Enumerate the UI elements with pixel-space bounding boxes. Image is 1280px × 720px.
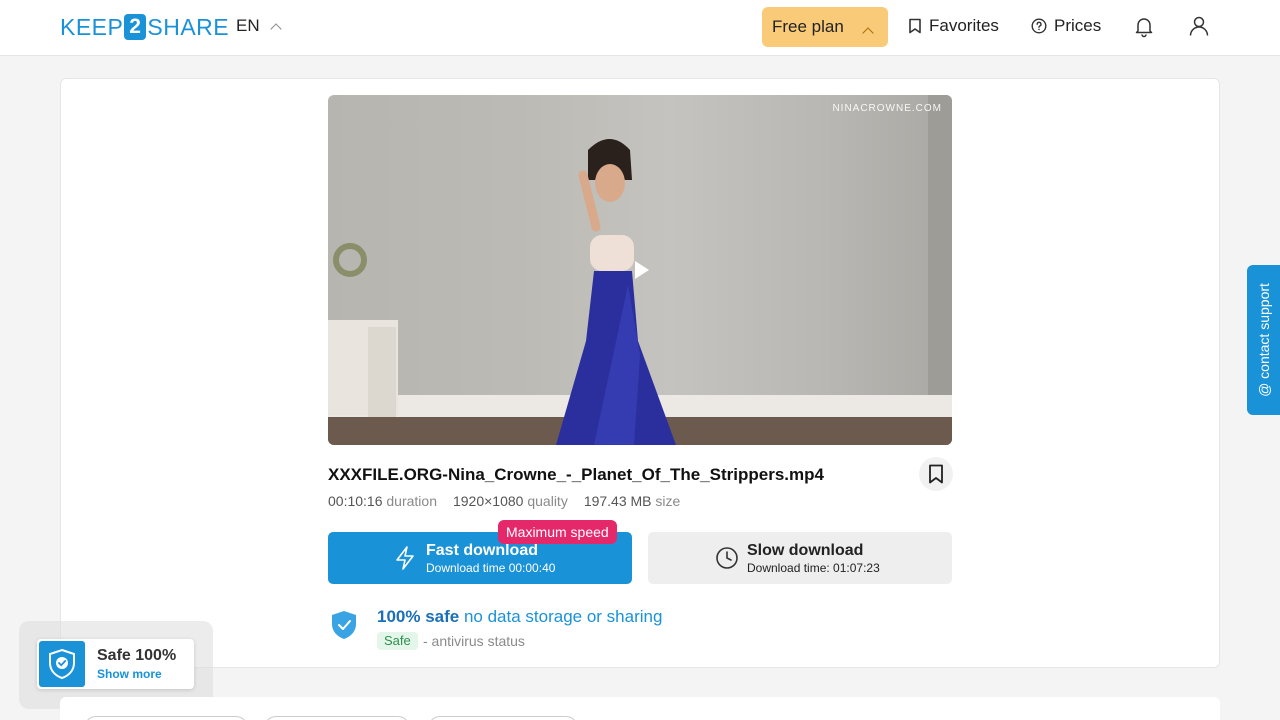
contact-support-tab[interactable]: @ contact support: [1247, 265, 1280, 415]
play-icon[interactable]: [634, 260, 650, 280]
favorites-label: Favorites: [929, 16, 999, 35]
size-info: 197.43 MB size: [584, 493, 681, 509]
contact-support-label: @ contact support: [1255, 283, 1272, 397]
add-to-favorites-button[interactable]: [919, 457, 953, 491]
favorites-link[interactable]: Favorites: [908, 16, 999, 36]
account-button[interactable]: [1187, 14, 1211, 38]
bookmark-icon: [929, 464, 943, 484]
bookmark-icon: [909, 18, 921, 34]
safe-widget-title: Safe 100%: [97, 647, 177, 664]
tag-pill[interactable]: [84, 716, 248, 720]
max-speed-badge: Maximum speed: [498, 520, 617, 544]
file-meta: 00:10:16 duration 1920×1080 quality 197.…: [328, 493, 680, 509]
antivirus-status-label: - antivirus status: [423, 633, 525, 649]
duration-info: 00:10:16 duration: [328, 493, 437, 509]
safety-detail: no data storage or sharing: [463, 607, 663, 626]
slow-download-button[interactable]: Slow download Download time: 01:07:23: [648, 532, 952, 584]
video-player[interactable]: NINACROWNE.COM: [328, 95, 952, 445]
chevron-up-icon: [269, 22, 282, 35]
file-name: XXXFILE.ORG-Nina_Crowne_-_Planet_Of_The_…: [328, 465, 824, 484]
safety-statement: 100% safe no data storage or sharing: [377, 607, 662, 627]
logo-part-keep: KEEP: [60, 13, 124, 40]
language-label: EN: [236, 16, 260, 35]
lightning-icon: [396, 546, 414, 570]
size-value: 197.43 MB: [583, 493, 652, 509]
video-watermark: NINACROWNE.COM: [832, 103, 942, 114]
fast-download-time: Download time 00:00:40: [426, 561, 556, 575]
tag-pill[interactable]: [428, 716, 578, 720]
shield-check-icon: [332, 611, 356, 639]
duration-label: duration: [386, 493, 437, 509]
duration-value: 00:10:16: [328, 493, 383, 509]
plan-label: Free plan: [772, 17, 844, 36]
tag-pill[interactable]: [264, 716, 410, 720]
slow-download-time: Download time: 01:07:23: [747, 561, 880, 575]
slow-download-label: Slow download: [747, 542, 864, 559]
size-label: size: [655, 493, 681, 509]
quality-value: 1920×1080: [452, 493, 524, 509]
prices-label: Prices: [1054, 16, 1102, 35]
bell-icon: [1135, 18, 1153, 38]
clock-icon: [716, 547, 738, 569]
logo-part-share: SHARE: [147, 13, 230, 40]
prices-link[interactable]: Prices: [1031, 16, 1101, 36]
logo-part-two: 2: [124, 14, 147, 40]
shield-check-icon: [39, 641, 85, 687]
plan-button[interactable]: Free plan: [762, 7, 888, 47]
help-circle-icon: [1031, 18, 1047, 34]
quality-info: 1920×1080 quality: [453, 493, 568, 509]
fast-download-label: Fast download: [426, 542, 538, 559]
safety-strong: 100% safe: [377, 607, 460, 626]
safe-widget[interactable]: Safe 100% Show more: [37, 639, 194, 689]
user-icon: [1189, 16, 1209, 36]
site-logo[interactable]: KEEP 2 SHARE: [60, 13, 229, 41]
quality-label: quality: [527, 493, 568, 509]
antivirus-status-badge: Safe: [377, 632, 418, 650]
notifications-button[interactable]: [1132, 14, 1156, 38]
chevron-up-icon: [862, 27, 874, 39]
language-selector[interactable]: EN: [236, 16, 282, 36]
safe-widget-show-more-link[interactable]: Show more: [97, 667, 162, 681]
top-header: KEEP 2 SHARE EN Free plan Favorites Prices: [0, 0, 1280, 56]
